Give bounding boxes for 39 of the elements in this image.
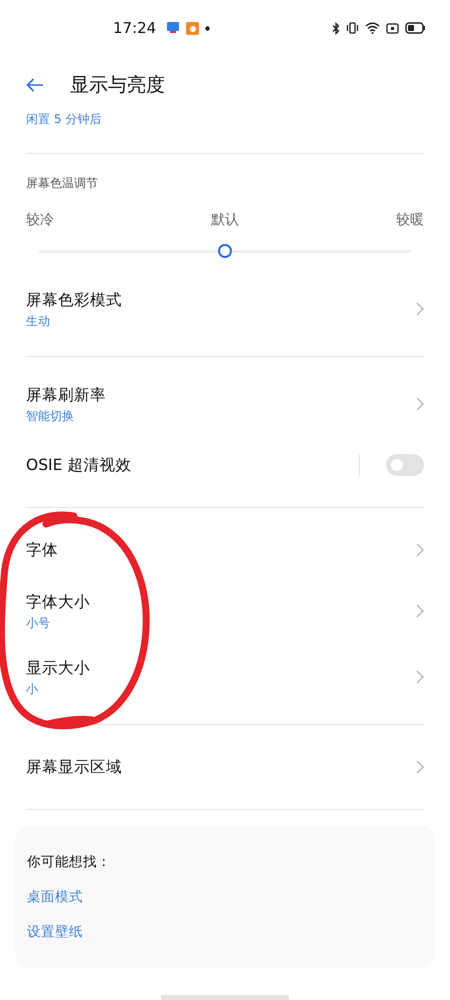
- slider-label: 较冷: [26, 211, 54, 230]
- suggestion-link[interactable]: 设置壁纸: [27, 923, 83, 941]
- section-label: 屏幕色温调节: [26, 175, 99, 192]
- chevron-icon[interactable]: [416, 397, 424, 411]
- chevron-icon[interactable]: [416, 760, 424, 774]
- toggle-switch[interactable]: [386, 454, 424, 476]
- dot-icon: [205, 26, 210, 30]
- setting-title[interactable]: OSIE 超清视效: [26, 455, 359, 475]
- setting-value: 智能切换: [26, 408, 75, 424]
- chevron-icon[interactable]: [416, 604, 424, 618]
- battery-icon: [405, 22, 425, 34]
- chevron-icon[interactable]: [416, 670, 424, 684]
- screen-icon: [386, 22, 399, 34]
- setting-value: 闲置 5 分钟后: [26, 112, 102, 126]
- bluetooth-icon: [332, 22, 340, 34]
- setting-title[interactable]: 屏幕色彩模式: [26, 290, 416, 310]
- setting-value: 小号: [26, 614, 51, 630]
- wifi-icon: [365, 22, 380, 34]
- chevron-icon[interactable]: [416, 543, 424, 557]
- status-time: 17:24: [113, 19, 156, 37]
- vibrate-icon: [346, 22, 359, 34]
- setting-title[interactable]: 字体: [26, 540, 416, 560]
- app-notification-icon: [186, 22, 200, 34]
- home-indicator[interactable]: [161, 995, 289, 1000]
- suggestion-link[interactable]: 桌面模式: [27, 888, 83, 906]
- suggestion-heading: 你可能想找：: [27, 853, 111, 871]
- setting-title[interactable]: 显示大小: [26, 658, 416, 678]
- page-title: 显示与亮度: [70, 73, 165, 98]
- slider-thumb[interactable]: [218, 244, 232, 258]
- setting-value: 生动: [26, 312, 51, 328]
- slider-label: 默认: [211, 211, 239, 230]
- setting-title[interactable]: 屏幕刷新率: [26, 384, 416, 404]
- app-notification-icon: [166, 22, 180, 34]
- chevron-icon[interactable]: [416, 302, 424, 316]
- setting-title[interactable]: 字体大小: [26, 592, 416, 612]
- back-icon[interactable]: [26, 78, 44, 92]
- setting-value: 小: [26, 680, 39, 696]
- setting-title[interactable]: 屏幕显示区域: [26, 757, 416, 777]
- slider-label: 较暖: [396, 211, 424, 230]
